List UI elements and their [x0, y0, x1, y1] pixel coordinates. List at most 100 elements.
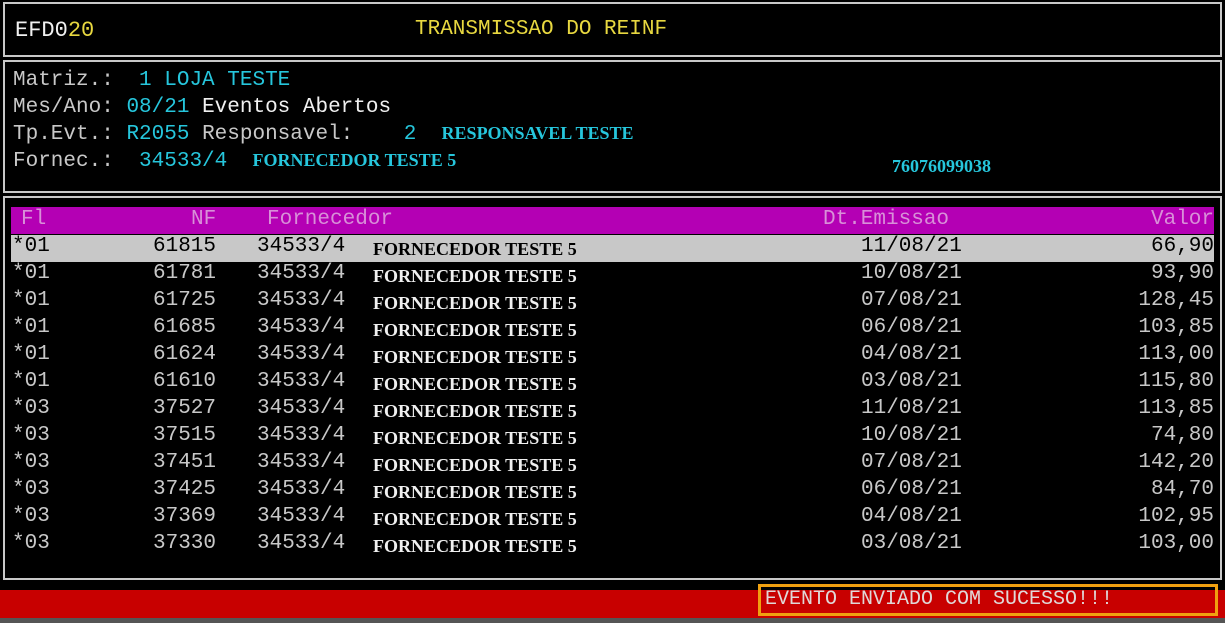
- program-code-suffix: 20: [67, 18, 95, 43]
- table-row[interactable]: *01 61815 34533/4 FORNECEDOR TESTE 5 11/08/2…: [11, 235, 1214, 262]
- cell-fornecedor-name: FORNECEDOR TESTE 5: [373, 239, 577, 259]
- cell-fornecedor-code: 34533/4: [257, 397, 346, 420]
- cell-valor: 66,90: [1150, 235, 1214, 258]
- tpevt-value: R2055: [126, 123, 190, 146]
- cell-fl: *03: [12, 505, 50, 528]
- cell-nf: 37369: [153, 505, 217, 528]
- cell-valor: 84,70: [1150, 478, 1214, 501]
- cell-valor: 74,80: [1150, 424, 1214, 447]
- table-row[interactable]: *03 37515 34533/4 FORNECEDOR TESTE 5 10/08/2…: [11, 424, 1214, 451]
- col-fornecedor: Fornecedor: [267, 208, 394, 231]
- cell-fornecedor-name: FORNECEDOR TESTE 5: [373, 455, 577, 475]
- bottom-strip: [0, 618, 1225, 623]
- cell-fornecedor-code: 34533/4: [257, 451, 346, 474]
- status-message: EVENTO ENVIADO COM SUCESSO!!!: [758, 584, 1218, 616]
- col-valor: Valor: [1150, 208, 1214, 231]
- cell-fornecedor-code: 34533/4: [257, 235, 346, 258]
- cell-fornecedor-name: FORNECEDOR TESTE 5: [373, 266, 577, 286]
- cell-valor: 93,90: [1150, 262, 1214, 285]
- cell-fornecedor-code: 34533/4: [257, 424, 346, 447]
- cell-valor: 103,00: [1138, 532, 1214, 555]
- cell-fornecedor-name: FORNECEDOR TESTE 5: [373, 320, 577, 340]
- table-row[interactable]: *03 37451 34533/4 FORNECEDOR TESTE 5 07/08/2…: [11, 451, 1214, 478]
- cell-nf: 37527: [153, 397, 217, 420]
- cell-dt-emissao: 10/08/21: [861, 262, 962, 285]
- cell-fl: *01: [12, 370, 50, 393]
- tpevt-line: Tp.Evt.: R2055 Responsavel: 2 RESPONSAVE…: [13, 123, 633, 146]
- cell-fl: *03: [12, 424, 50, 447]
- table-row[interactable]: *03 37369 34533/4 FORNECEDOR TESTE 5 04/08/2…: [11, 505, 1214, 532]
- cell-dt-emissao: 11/08/21: [861, 397, 962, 420]
- program-code: EFD020: [15, 18, 94, 43]
- cell-fornecedor-name: FORNECEDOR TESTE 5: [373, 536, 577, 556]
- cell-fl: *01: [12, 316, 50, 339]
- cell-dt-emissao: 06/08/21: [861, 316, 962, 339]
- table-row[interactable]: *03 37425 34533/4 FORNECEDOR TESTE 5 06/08/2…: [11, 478, 1214, 505]
- cell-fornecedor-name: FORNECEDOR TESTE 5: [373, 374, 577, 394]
- cell-nf: 61624: [153, 343, 217, 366]
- col-fl: Fl: [21, 208, 47, 231]
- header-panel: Matriz.: 1 LOJA TESTE Mes/Ano: 08/21 Eve…: [3, 60, 1222, 193]
- cell-dt-emissao: 07/08/21: [861, 451, 962, 474]
- cell-fornecedor-code: 34533/4: [257, 532, 346, 555]
- cell-fornecedor-name: FORNECEDOR TESTE 5: [373, 482, 577, 502]
- cell-fl: *01: [12, 262, 50, 285]
- cell-valor: 128,45: [1138, 289, 1214, 312]
- cell-fornecedor-code: 34533/4: [257, 343, 346, 366]
- cell-valor: 113,85: [1138, 397, 1214, 420]
- table-row[interactable]: *03 37330 34533/4 FORNECEDOR TESTE 5 03/08/2…: [11, 532, 1214, 559]
- cell-fornecedor-code: 34533/4: [257, 262, 346, 285]
- cell-fl: *01: [12, 235, 50, 258]
- cell-nf: 61610: [153, 370, 217, 393]
- cell-fl: *03: [12, 451, 50, 474]
- table-row[interactable]: *01 61624 34533/4 FORNECEDOR TESTE 5 04/08/2…: [11, 343, 1214, 370]
- cell-fornecedor-code: 34533/4: [257, 289, 346, 312]
- cell-fl: *01: [12, 289, 50, 312]
- cell-fl: *03: [12, 397, 50, 420]
- mesano-status: Eventos Abertos: [202, 96, 392, 119]
- fornec-name: FORNECEDOR TESTE 5: [252, 150, 457, 170]
- cell-fornecedor-name: FORNECEDOR TESTE 5: [373, 347, 577, 367]
- table-row[interactable]: *01 61725 34533/4 FORNECEDOR TESTE 5 07/08/2…: [11, 289, 1214, 316]
- responsavel-name: RESPONSAVEL TESTE: [441, 123, 634, 143]
- table-row[interactable]: *03 37527 34533/4 FORNECEDOR TESTE 5 11/08/2…: [11, 397, 1214, 424]
- cell-nf: 61725: [153, 289, 217, 312]
- cell-fl: *01: [12, 343, 50, 366]
- cell-valor: 113,00: [1138, 343, 1214, 366]
- matriz-label: Matriz.:: [13, 69, 114, 92]
- cell-nf: 61815: [153, 235, 217, 258]
- cell-fornecedor-code: 34533/4: [257, 370, 346, 393]
- cell-nf: 37425: [153, 478, 217, 501]
- table-row[interactable]: *01 61685 34533/4 FORNECEDOR TESTE 5 06/08/2…: [11, 316, 1214, 343]
- title-bar: EFD020 TRANSMISSAO DO REINF: [3, 2, 1222, 57]
- cell-fornecedor-code: 34533/4: [257, 478, 346, 501]
- mesano-value: 08/21: [126, 96, 190, 119]
- fornec-code: 34533/4: [139, 150, 228, 173]
- table-row[interactable]: *01 61610 34533/4 FORNECEDOR TESTE 5 03/08/2…: [11, 370, 1214, 397]
- cell-valor: 142,20: [1138, 451, 1214, 474]
- program-code-prefix: EFD0: [15, 18, 68, 43]
- mesano-label: Mes/Ano:: [13, 96, 114, 119]
- mesano-line: Mes/Ano: 08/21 Eventos Abertos: [13, 96, 391, 119]
- responsavel-code: 2: [403, 123, 417, 146]
- col-nf: NF: [191, 208, 217, 231]
- cell-fornecedor-name: FORNECEDOR TESTE 5: [373, 293, 577, 313]
- cell-dt-emissao: 03/08/21: [861, 532, 962, 555]
- matriz-line: Matriz.: 1 LOJA TESTE: [13, 69, 290, 92]
- cell-dt-emissao: 10/08/21: [861, 424, 962, 447]
- invoice-table-panel: Fl NF Fornecedor Dt.Emissao Valor *01 618…: [3, 196, 1222, 580]
- cell-fornecedor-name: FORNECEDOR TESTE 5: [373, 509, 577, 529]
- cell-valor: 102,95: [1138, 505, 1214, 528]
- table-row[interactable]: *01 61781 34533/4 FORNECEDOR TESTE 5 10/08/2…: [11, 262, 1214, 289]
- tpevt-label: Tp.Evt.:: [13, 123, 114, 146]
- cell-dt-emissao: 07/08/21: [861, 289, 962, 312]
- cell-dt-emissao: 04/08/21: [861, 505, 962, 528]
- cell-nf: 61781: [153, 262, 217, 285]
- cell-fl: *03: [12, 478, 50, 501]
- cell-nf: 37451: [153, 451, 217, 474]
- cell-fornecedor-code: 34533/4: [257, 505, 346, 528]
- cell-fl: *03: [12, 532, 50, 555]
- cell-valor: 115,80: [1138, 370, 1214, 393]
- cell-dt-emissao: 06/08/21: [861, 478, 962, 501]
- cell-dt-emissao: 03/08/21: [861, 370, 962, 393]
